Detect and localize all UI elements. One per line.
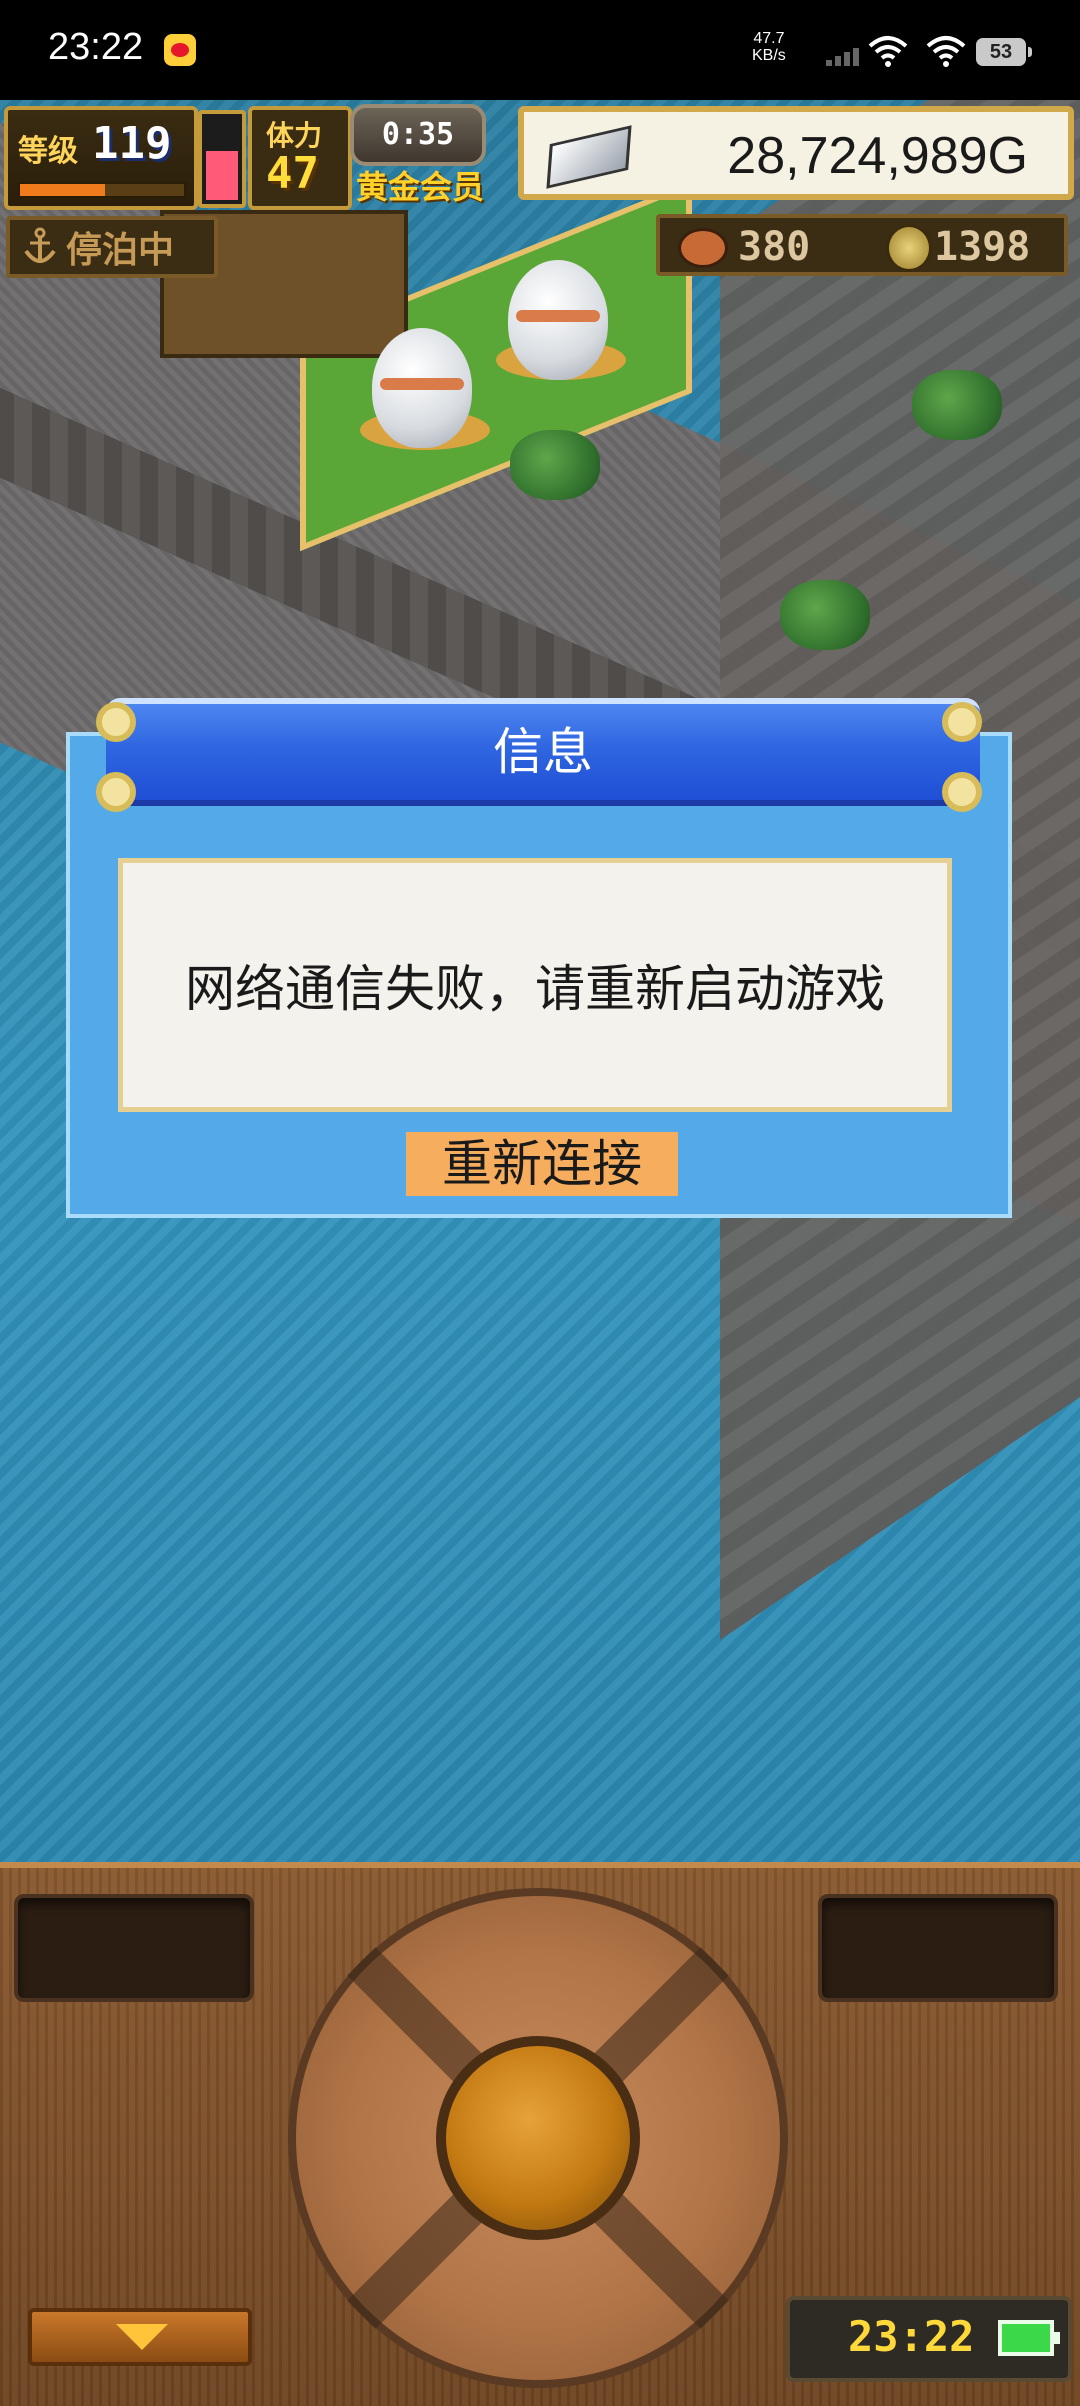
game-clock: 23:22 <box>786 2296 1072 2382</box>
top-hud: 等级 119 体力 47 0:35 黄金会员 28,724,989G 停泊中 3… <box>0 100 1080 290</box>
anchor-icon <box>24 227 56 263</box>
bush <box>510 430 600 500</box>
stamina-gauge <box>198 110 246 208</box>
stamina-timer: 0:35 <box>350 104 486 166</box>
down-arrow-icon[interactable] <box>28 2308 252 2366</box>
bush <box>912 370 1002 440</box>
battery-icon <box>998 2320 1060 2356</box>
dialog-title: 信息 <box>106 698 980 806</box>
dialog-message-text: 网络通信失败，请重新启动游戏 <box>185 961 885 1017</box>
dialog-title-text: 信息 <box>493 724 593 780</box>
game-clock-time: 23:22 <box>848 2312 975 2361</box>
level-label: 等级 <box>18 134 78 169</box>
wifi-icon <box>926 36 966 67</box>
meat-icon <box>678 228 728 268</box>
error-dialog: 信息 网络通信失败，请重新启动游戏 重新连接 <box>66 698 1012 1218</box>
stamina-panel: 体力 47 <box>248 106 352 210</box>
level-panel: 等级 119 <box>4 106 198 210</box>
left-slot[interactable] <box>14 1894 254 2002</box>
right-slot[interactable] <box>818 1894 1058 2002</box>
dialog-message: 网络通信失败，请重新启动游戏 <box>118 858 952 1112</box>
weibo-icon <box>164 34 196 66</box>
stamina-value: 47 <box>266 148 319 199</box>
coin-icon <box>886 224 932 272</box>
status-time: 23:22 <box>48 26 144 68</box>
food-count: 380 <box>738 224 811 270</box>
ship-wheel[interactable] <box>288 1888 788 2388</box>
wifi-icon <box>868 36 908 67</box>
money-value: 28,724,989G <box>727 127 1028 185</box>
network-speed-value: 47.7 <box>753 30 785 47</box>
wheel-hub-button[interactable] <box>436 2036 640 2240</box>
dock-status-badge[interactable]: 停泊中 <box>6 216 218 278</box>
battery-icon: 53 <box>976 38 1032 66</box>
coin-count: 1398 <box>934 224 1031 270</box>
bush <box>780 580 870 650</box>
battery-level: 53 <box>989 40 1013 63</box>
signal-icon <box>826 44 860 66</box>
silver-ingot-icon <box>546 125 632 189</box>
exp-bar <box>18 182 186 198</box>
network-speed-unit: KB/s <box>752 47 786 64</box>
resources-panel: 380 1398 <box>656 214 1068 276</box>
network-speed: 47.7 KB/s <box>752 30 786 64</box>
corner-ornament-icon <box>942 772 982 812</box>
money-panel[interactable]: 28,724,989G <box>518 106 1074 200</box>
control-panel: 23:22 <box>0 1862 1080 2406</box>
corner-ornament-icon <box>942 702 982 742</box>
level-value: 119 <box>92 118 172 169</box>
corner-ornament-icon <box>96 772 136 812</box>
membership-badge[interactable]: 黄金会员 <box>356 162 484 208</box>
dock-status-text: 停泊中 <box>66 230 175 271</box>
reconnect-button[interactable]: 重新连接 <box>406 1132 678 1196</box>
egg-sprite <box>372 328 472 448</box>
status-bar: 23:22 47.7 KB/s 53 <box>0 0 1080 100</box>
corner-ornament-icon <box>96 702 136 742</box>
